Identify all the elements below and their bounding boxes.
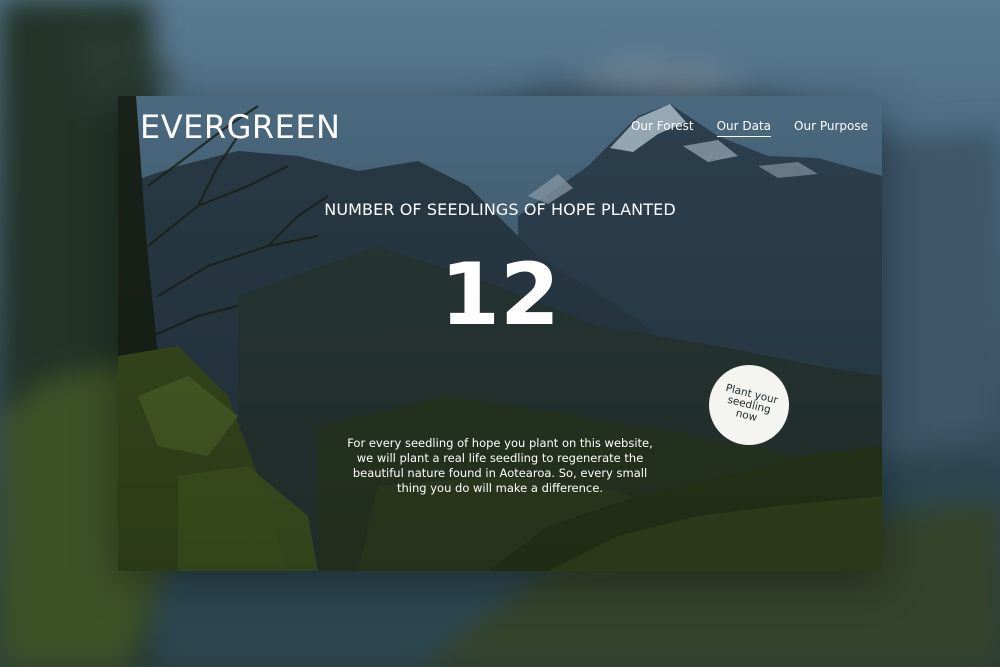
main-navigation: Our Forest Our Data Our Purpose	[631, 119, 868, 137]
site-logo[interactable]: EVERGREEN	[140, 108, 340, 146]
nav-item-our-data[interactable]: Our Data	[716, 119, 772, 137]
nav-item-our-forest[interactable]: Our Forest	[631, 119, 694, 137]
website-preview: EVERGREEN Our Forest Our Data Our Purpos…	[118, 96, 882, 571]
plant-seedling-button-label: Plant your seedling now	[724, 381, 780, 424]
seedling-counter: 12	[440, 245, 560, 345]
plant-seedling-button[interactable]: Plant your seedling now	[709, 365, 789, 445]
counter-description: For every seedling of hope you plant on …	[347, 436, 653, 495]
counter-headline: NUMBER OF SEEDLINGS OF HOPE PLANTED	[324, 200, 676, 219]
nav-item-our-purpose[interactable]: Our Purpose	[794, 119, 868, 137]
